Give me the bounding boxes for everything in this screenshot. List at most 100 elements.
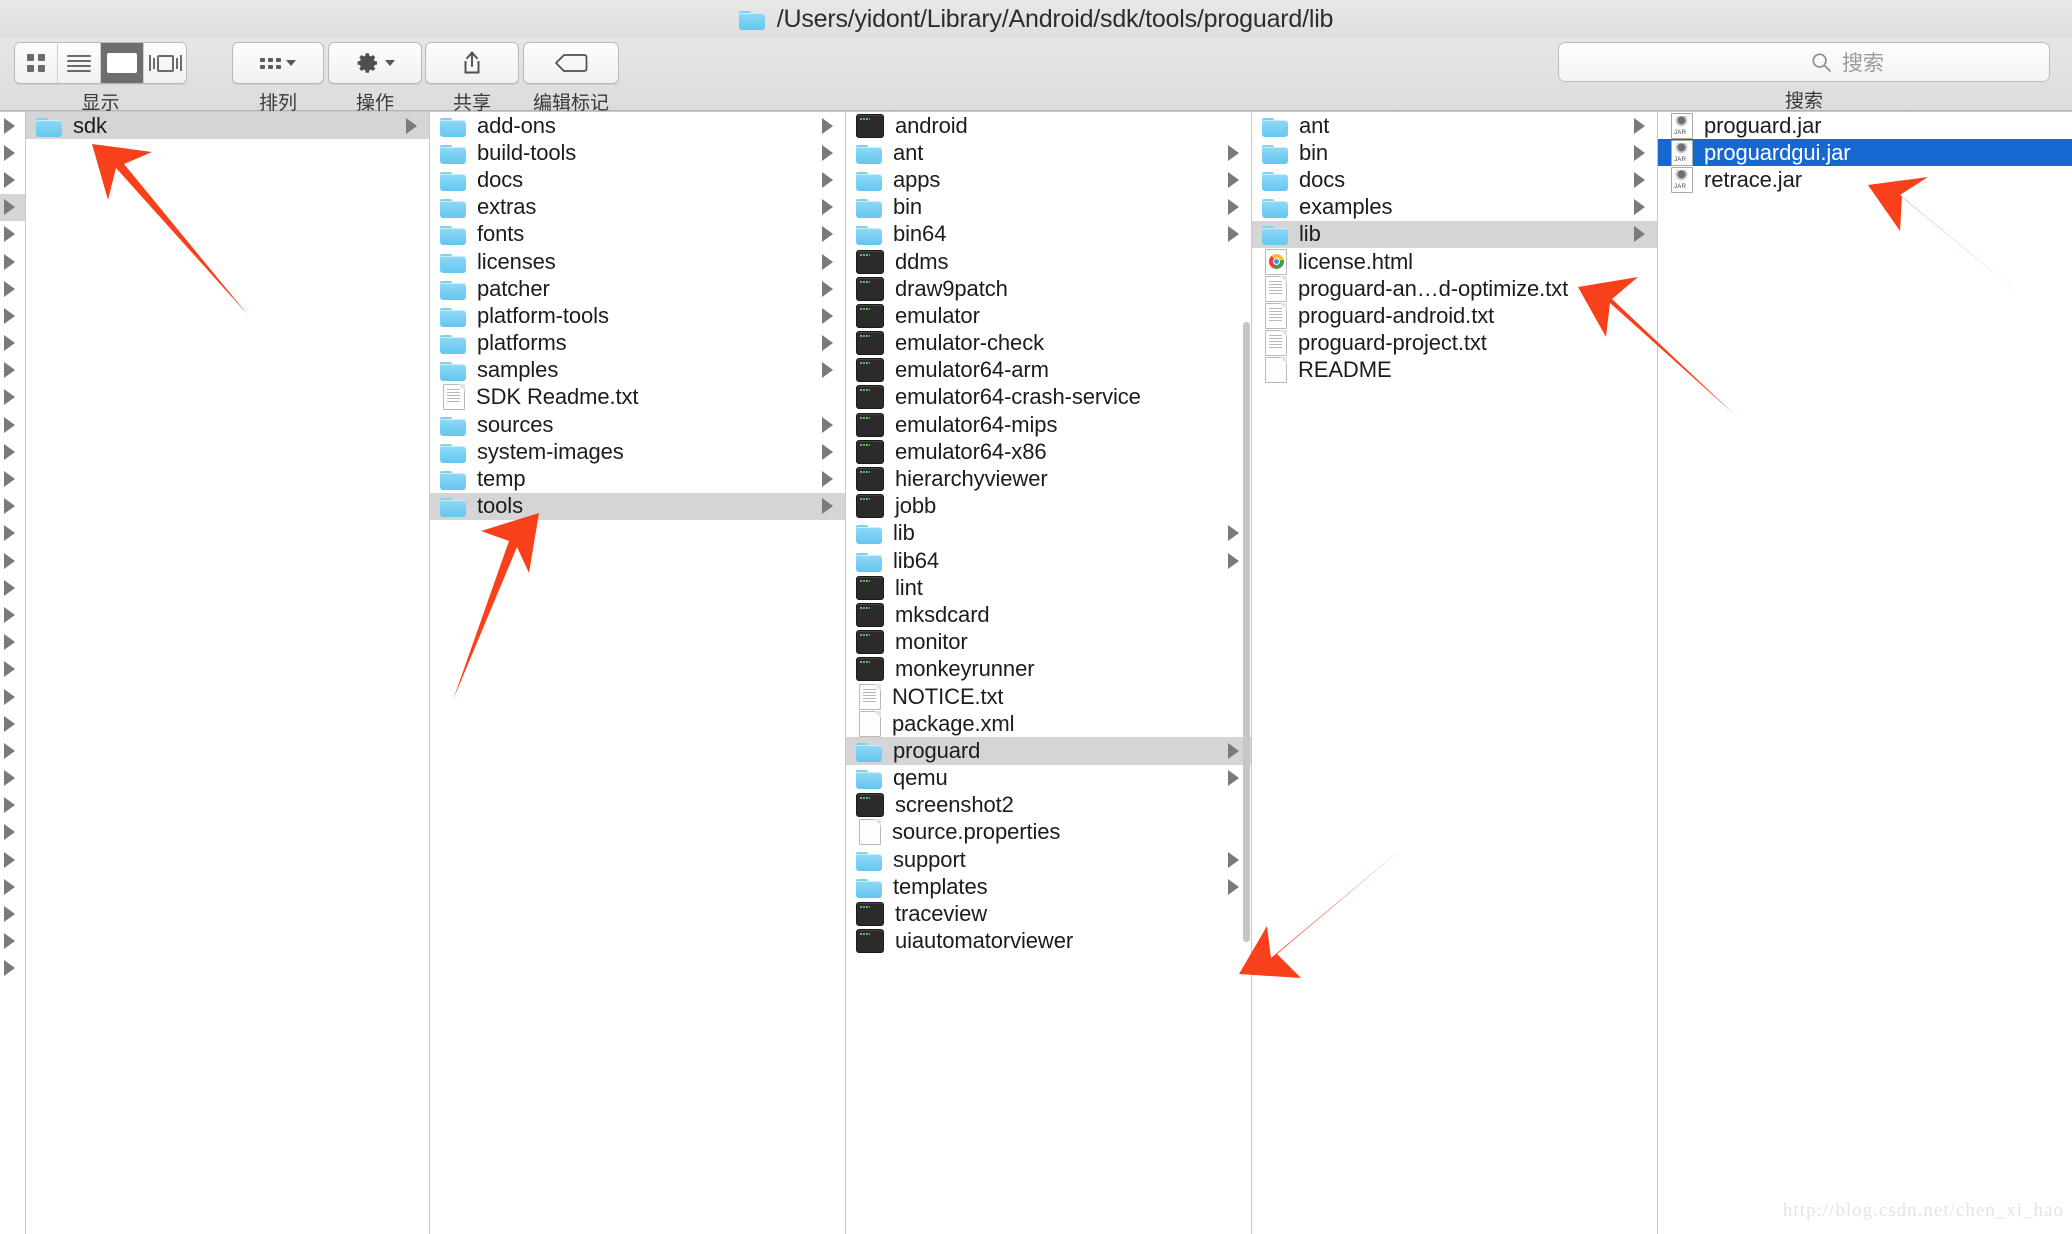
file-row[interactable]: JAR proguardgui.jar <box>1658 139 2072 167</box>
file-row[interactable]: uiautomatorviewer <box>846 928 1251 955</box>
disclosure-row[interactable] <box>0 330 25 357</box>
arrange-button[interactable] <box>232 42 324 84</box>
file-row[interactable]: proguard-android.txt <box>1252 302 1657 329</box>
file-row[interactable]: bin <box>1252 139 1657 166</box>
file-row[interactable]: ant <box>1252 112 1657 139</box>
file-row[interactable]: platforms <box>430 330 845 357</box>
file-row[interactable]: templates <box>846 873 1251 900</box>
disclosure-row[interactable] <box>0 601 25 628</box>
file-row[interactable]: draw9patch <box>846 275 1251 302</box>
disclosure-row[interactable] <box>0 493 25 520</box>
file-row[interactable]: lib <box>1252 220 1657 248</box>
disclosure-row[interactable] <box>0 765 25 792</box>
file-row[interactable]: docs <box>430 166 845 193</box>
file-row[interactable]: sdk <box>26 112 429 140</box>
disclosure-row[interactable] <box>0 656 25 683</box>
disclosure-row[interactable] <box>0 438 25 465</box>
file-row[interactable]: temp <box>430 465 845 492</box>
file-row[interactable]: screenshot2 <box>846 792 1251 819</box>
file-row[interactable]: extras <box>430 194 845 221</box>
file-row[interactable]: hierarchyviewer <box>846 465 1251 492</box>
file-row[interactable]: ddms <box>846 248 1251 275</box>
disclosure-row[interactable] <box>0 139 25 166</box>
share-button[interactable] <box>425 42 519 84</box>
disclosure-row[interactable] <box>0 357 25 384</box>
file-row[interactable]: docs <box>1252 166 1657 193</box>
disclosure-row[interactable] <box>0 411 25 438</box>
disclosure-row[interactable] <box>0 112 25 139</box>
file-row[interactable]: sources <box>430 411 845 438</box>
file-row[interactable]: support <box>846 846 1251 873</box>
file-row[interactable]: emulator64-x86 <box>846 438 1251 465</box>
file-row[interactable]: fonts <box>430 221 845 248</box>
file-row[interactable]: emulator <box>846 302 1251 329</box>
file-row[interactable]: source.properties <box>846 819 1251 846</box>
disclosure-row[interactable] <box>0 193 25 221</box>
vertical-scrollbar[interactable] <box>1243 112 1250 1234</box>
file-row[interactable]: patcher <box>430 275 845 302</box>
disclosure-row[interactable] <box>0 384 25 411</box>
disclosure-row[interactable] <box>0 629 25 656</box>
column-view-button[interactable] <box>101 43 144 83</box>
disclosure-row[interactable] <box>0 873 25 900</box>
file-row[interactable]: apps <box>846 166 1251 193</box>
file-row[interactable]: lib <box>846 520 1251 547</box>
file-row[interactable]: qemu <box>846 765 1251 792</box>
file-row[interactable]: bin <box>846 194 1251 221</box>
disclosure-row[interactable] <box>0 465 25 492</box>
disclosure-row[interactable] <box>0 302 25 329</box>
file-row[interactable]: bin64 <box>846 221 1251 248</box>
disclosure-row[interactable] <box>0 928 25 955</box>
search-input[interactable]: 搜索 <box>1558 42 2050 82</box>
disclosure-row[interactable] <box>0 683 25 710</box>
file-row[interactable]: build-tools <box>430 139 845 166</box>
file-row[interactable]: JAR proguard.jar <box>1658 112 2072 139</box>
file-row[interactable]: ant <box>846 139 1251 166</box>
disclosure-row[interactable] <box>0 547 25 574</box>
disclosure-row[interactable] <box>0 710 25 737</box>
file-row[interactable]: emulator-check <box>846 330 1251 357</box>
disclosure-row[interactable] <box>0 792 25 819</box>
disclosure-row[interactable] <box>0 520 25 547</box>
file-row[interactable]: platform-tools <box>430 302 845 329</box>
disclosure-row[interactable] <box>0 574 25 601</box>
file-row[interactable]: jobb <box>846 493 1251 520</box>
edit-tags-button[interactable] <box>523 42 619 84</box>
scrollbar-thumb[interactable] <box>1243 322 1250 942</box>
file-row[interactable]: proguard-an…d-optimize.txt <box>1252 275 1657 302</box>
file-row[interactable]: android <box>846 112 1251 139</box>
file-row[interactable]: mksdcard <box>846 601 1251 628</box>
disclosure-row[interactable] <box>0 166 25 193</box>
file-row[interactable]: samples <box>430 357 845 384</box>
file-row[interactable]: examples <box>1252 194 1657 221</box>
file-row[interactable]: emulator64-mips <box>846 411 1251 438</box>
file-row[interactable]: monitor <box>846 629 1251 656</box>
file-row[interactable]: proguard-project.txt <box>1252 330 1657 357</box>
file-row[interactable]: add-ons <box>430 112 845 139</box>
disclosure-row[interactable] <box>0 955 25 982</box>
disclosure-row[interactable] <box>0 900 25 927</box>
icon-view-button[interactable] <box>15 43 58 83</box>
file-row[interactable]: NOTICE.txt <box>846 683 1251 710</box>
file-row[interactable]: package.xml <box>846 710 1251 737</box>
file-row[interactable]: lib64 <box>846 547 1251 574</box>
file-row[interactable]: emulator64-crash-service <box>846 384 1251 411</box>
file-row[interactable]: README <box>1252 357 1657 384</box>
disclosure-row[interactable] <box>0 248 25 275</box>
file-row[interactable]: traceview <box>846 900 1251 927</box>
file-row[interactable]: SDK Readme.txt <box>430 384 845 411</box>
file-row[interactable]: JAR retrace.jar <box>1658 166 2072 193</box>
file-row[interactable]: licenses <box>430 248 845 275</box>
file-row[interactable]: monkeyrunner <box>846 656 1251 683</box>
coverflow-view-button[interactable] <box>144 43 186 83</box>
disclosure-row[interactable] <box>0 221 25 248</box>
disclosure-row[interactable] <box>0 737 25 764</box>
action-button[interactable] <box>328 42 422 84</box>
view-mode-segmented-control[interactable] <box>14 42 187 84</box>
file-row[interactable]: license.html <box>1252 248 1657 275</box>
file-row[interactable]: emulator64-arm <box>846 357 1251 384</box>
list-view-button[interactable] <box>58 43 101 83</box>
disclosure-row[interactable] <box>0 275 25 302</box>
file-row[interactable]: lint <box>846 574 1251 601</box>
file-row[interactable]: tools <box>430 492 845 520</box>
